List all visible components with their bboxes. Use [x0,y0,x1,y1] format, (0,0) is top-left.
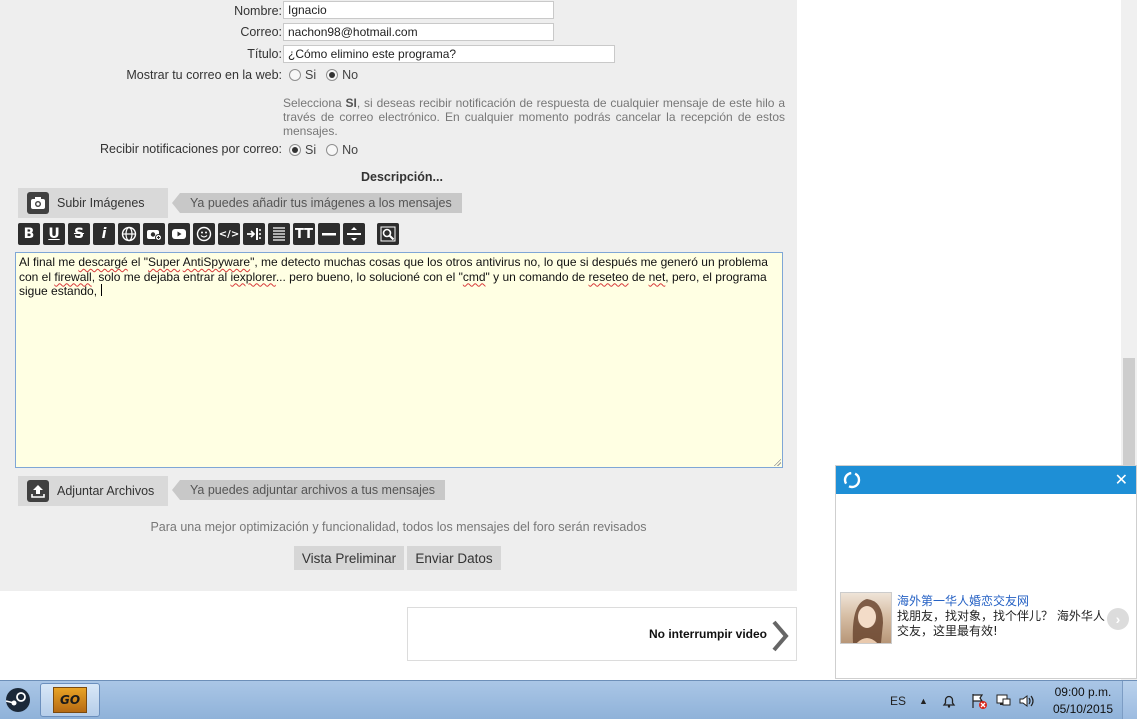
network-icon[interactable] [994,681,1012,719]
misspelled-word: descargé [78,255,128,269]
editor-text-run: el " [127,255,149,269]
radio-label: No [342,143,359,157]
text-size-icon[interactable]: TT [293,223,315,245]
radio-button[interactable] [326,69,339,81]
title-field[interactable] [283,45,615,63]
notification-notice: Selecciona SI, si deseas recibir notific… [283,96,785,138]
notification-bell-icon[interactable] [941,681,957,719]
radio-label: Si [305,68,317,82]
show-email-radio-group: Si No [289,68,368,82]
notify-radio-group: Si No [289,143,368,157]
action-center-flag-icon[interactable] [970,681,988,719]
dont-interrupt-video-link[interactable]: No interrumpir video [407,607,797,661]
name-field[interactable] [283,1,554,19]
ad-next-arrow-icon[interactable]: › [1107,608,1129,630]
notify-label: Recibir notificaciones por correo: [99,142,282,156]
ad-photo[interactable] [840,592,892,644]
close-icon[interactable]: ✕ [1115,470,1128,489]
moderation-note: Para una mejor optimización y funcionali… [150,520,647,534]
radio-label: Si [305,143,317,157]
system-clock[interactable]: 09:00 p.m. 05/10/2015 [1053,684,1113,718]
editor-text-run: de [628,269,649,284]
show-desktop-button[interactable] [1122,681,1137,719]
clock-date: 05/10/2015 [1052,702,1113,716]
misspelled-word: iexplorer [230,269,276,284]
justify-icon[interactable] [268,223,290,245]
email-field[interactable] [283,23,554,41]
editor-toolbar: B U S i </> TT [18,223,402,245]
radio-button[interactable] [289,144,301,156]
misspelled-word: net [648,269,666,284]
emoticon-icon[interactable] [193,223,215,245]
resize-handle[interactable] [773,458,781,466]
bold-icon[interactable]: B [18,223,40,245]
editor-text-run: ... pero bueno, lo solucioné con el " [275,269,463,284]
volume-icon[interactable] [1018,681,1036,719]
message-editor[interactable]: Al final me descargé el "Super AntiSpywa… [15,252,783,468]
clock-time: 09:00 p.m. [1054,685,1112,699]
camera-icon [27,192,49,214]
csgo-icon: GO [53,687,87,713]
ad-title-link[interactable]: 海外第一华人婚恋交友网 [897,592,1029,609]
steam-taskbar-button[interactable] [0,683,36,717]
popup-ad: ✕ 海外第一华人婚恋交友网 找朋友，找对象，找个伴儿？ 海外华人交友，这里最有效… [835,465,1137,679]
insert-image-icon[interactable] [143,223,165,245]
title-label: Título: [247,47,282,61]
youtube-icon[interactable] [168,223,190,245]
attach-files-button[interactable]: Adjuntar Archivos [18,476,168,506]
code-icon[interactable]: </> [218,223,240,245]
radio-label: No [342,68,359,82]
misspelled-word: reseteo [588,269,629,284]
upload-images-button[interactable]: Subir Imágenes [18,188,168,218]
notify-option-no[interactable]: No [326,143,358,157]
show-email-label: Mostrar tu correo en la web: [126,68,282,82]
email-label: Correo: [240,25,282,39]
attach-files-hint: Ya puedes adjuntar archivos a tus mensaj… [171,480,446,500]
popup-header: ✕ [836,466,1136,494]
editor-text-run: , solo me dejaba entrar al [91,269,231,284]
underline-icon[interactable]: U [43,223,65,245]
editor-text-run: " y un comando de [485,269,589,284]
attach-files-label: Adjuntar Archivos [57,484,155,498]
steam-icon [5,688,30,712]
windows-taskbar: GO ES ▲ 09:00 p.m. 05/10/2015 [0,680,1137,719]
app-logo-icon [843,471,861,489]
dont-interrupt-video-label: No interrumpir video [648,627,767,641]
indent-icon[interactable] [243,223,265,245]
italic-icon[interactable]: i [93,223,115,245]
submit-button[interactable]: Enviar Datos [407,546,501,570]
horizontal-rule-icon[interactable] [318,223,340,245]
preview-button[interactable]: Vista Preliminar [294,546,404,570]
spacing-icon[interactable] [343,223,365,245]
description-heading: Descripción... [361,170,443,184]
scrollbar-thumb[interactable] [1123,358,1135,468]
upload-images-label: Subir Imágenes [57,196,145,210]
show-email-option-si[interactable]: Si [289,68,316,82]
upload-arrow-icon [27,480,49,502]
radio-button[interactable] [326,144,339,156]
upload-images-hint: Ya puedes añadir tus imágenes a los mens… [172,193,462,213]
strikethrough-icon[interactable]: S [68,223,90,245]
csgo-taskbar-button[interactable]: GO [40,683,100,717]
notify-option-si[interactable]: Si [289,143,316,157]
post-form-panel: Nombre: Correo: Título: Mostrar tu corre… [0,0,797,591]
show-hidden-icons-icon[interactable]: ▲ [919,681,928,719]
chevron-right-icon [772,620,789,652]
misspelled-word: firewall [54,269,92,284]
misspelled-word: AntiSpyware [182,255,251,269]
editor-text-run: Al final me [19,255,79,269]
editor-text: Al final me descargé el "Super AntiSpywa… [19,255,768,298]
text-caret [101,284,103,296]
radio-button[interactable] [289,69,301,81]
ad-text: 找朋友，找对象，找个伴儿？ 海外华人交友，这里最有效! [897,609,1105,638]
show-email-option-no[interactable]: No [326,68,358,82]
misspelled-word: Super [148,255,181,269]
link-globe-icon[interactable] [118,223,140,245]
language-indicator[interactable]: ES [890,681,906,719]
misspelled-word: cmd [462,269,486,284]
notice-strong: SI [345,96,357,110]
preview-search-icon[interactable] [377,223,399,245]
name-label: Nombre: [234,4,282,18]
